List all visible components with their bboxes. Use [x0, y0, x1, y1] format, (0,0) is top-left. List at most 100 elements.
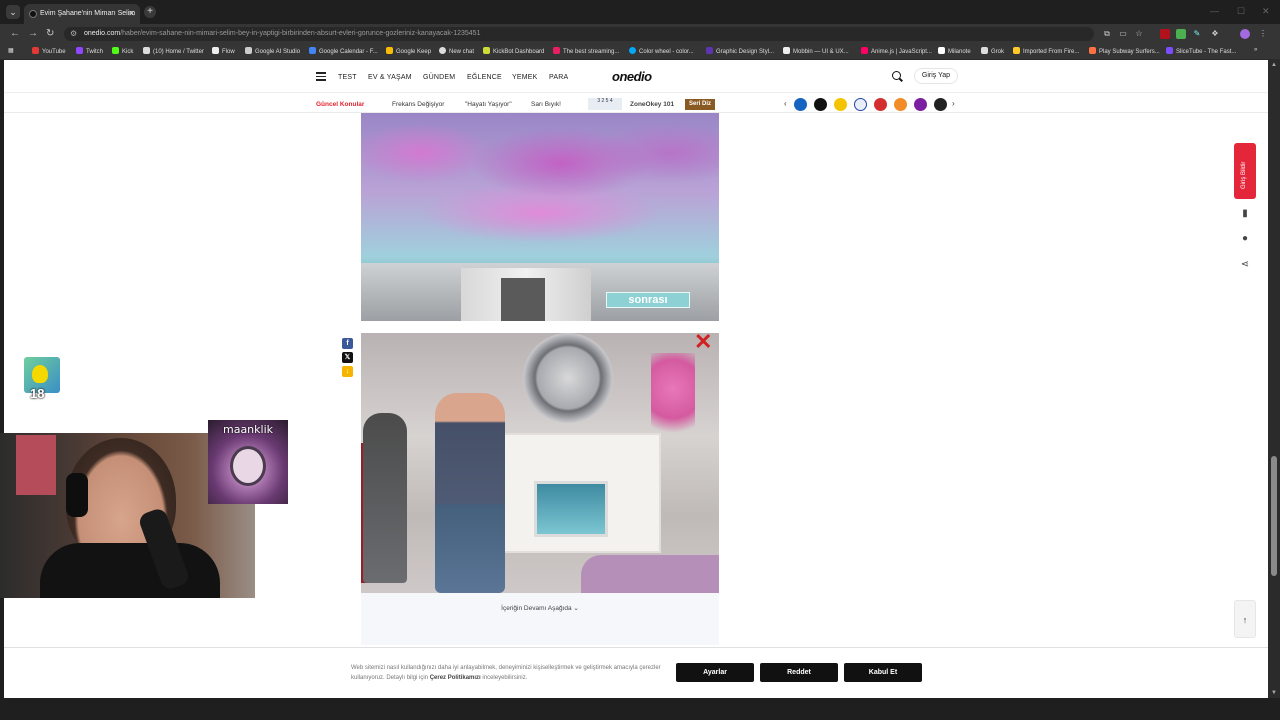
reload-icon[interactable]: ↻: [46, 28, 54, 39]
channel-badge-icon[interactable]: [914, 98, 927, 111]
bookmark-item[interactable]: Kick: [112, 47, 133, 55]
scrollbar-thumb[interactable]: [1271, 456, 1277, 576]
bookmark-item[interactable]: Google Keep: [386, 47, 431, 55]
share-icon[interactable]: ⋖: [1239, 259, 1251, 271]
cookie-policy-link[interactable]: Çerez Politikamızı: [430, 675, 481, 681]
extension-red-icon[interactable]: [1160, 29, 1170, 39]
bookmark-item[interactable]: New chat: [439, 47, 474, 55]
bookmark-item[interactable]: Flow: [212, 47, 235, 55]
nav-item-gundem[interactable]: GÜNDEM: [423, 74, 455, 81]
extensions-puzzle-icon[interactable]: ❖: [1210, 29, 1220, 39]
channel-badge-icon[interactable]: [834, 98, 847, 111]
nav-item-test[interactable]: TEST: [338, 74, 357, 81]
more-content-banner[interactable]: İçeriğin Devamı Aşağıda ⌄: [361, 593, 719, 645]
url-text: onedio.com/haber/evim-sahane-nin-mimari-…: [84, 30, 481, 37]
nav-item-yemek[interactable]: YEMEK: [512, 74, 538, 81]
bookmark-item[interactable]: Imported From Fire...: [1013, 47, 1079, 55]
seri-diz-badge[interactable]: Seri Diz: [685, 99, 715, 110]
bookmark-item[interactable]: (10) Home / Twitter: [143, 47, 204, 55]
more-bookmarks-icon[interactable]: »: [1254, 47, 1257, 53]
nav-item-eglence[interactable]: EĞLENCE: [467, 74, 502, 81]
profile-avatar[interactable]: [1240, 29, 1250, 39]
cookie-accept-button[interactable]: Kabul Et: [844, 663, 922, 682]
apps-grid-icon[interactable]: ▦: [8, 47, 14, 54]
channel-badge-icon[interactable]: [894, 98, 907, 111]
extension-green-icon[interactable]: [1176, 29, 1186, 39]
topics-label: Güncel Konular: [316, 101, 365, 108]
cookie-banner: Web sitemizi nasıl kullandığınızı daha i…: [4, 647, 1268, 698]
bookmark-item[interactable]: YouTube: [32, 47, 66, 55]
new-tab-button[interactable]: +: [144, 6, 156, 18]
bookmark-item[interactable]: Anime.js | JavaScript...: [861, 47, 932, 55]
channel-badge-icon[interactable]: [814, 98, 827, 111]
channel-badge-icon[interactable]: [854, 98, 867, 111]
bookmark-item[interactable]: SliceTube - The Fast...: [1166, 47, 1236, 55]
lotto-numbers[interactable]: 3 2 5 4: [588, 98, 622, 110]
topic-link[interactable]: Frekans Değişiyor: [392, 101, 444, 108]
cast-icon[interactable]: ▭: [1118, 29, 1128, 39]
page-scrollbar[interactable]: ▲ ▼: [1268, 60, 1280, 698]
bookmark-item[interactable]: The best streaming...: [553, 47, 619, 55]
browser-toolbar: ← → ↻ ⚙ onedio.com/haber/evim-sahane-nin…: [0, 24, 1280, 44]
search-icon[interactable]: [892, 71, 901, 80]
maximize-icon[interactable]: ☐: [1237, 6, 1245, 17]
bookmark-item[interactable]: Graphic Design Styl...: [706, 47, 774, 55]
article-image-ceiling: sonrası: [361, 113, 719, 321]
scroll-up-icon[interactable]: ▲: [1271, 62, 1277, 68]
bookmark-item[interactable]: Color wheel - color...: [629, 47, 694, 55]
channel-badge-icon[interactable]: [874, 98, 887, 111]
x-share-icon[interactable]: 𝕏: [342, 352, 353, 363]
facebook-share-icon[interactable]: f: [342, 338, 353, 349]
tab-title: Evim Şahane'nin Mimarı Selim: [40, 10, 136, 17]
browser-menu-icon[interactable]: ⋮: [1258, 29, 1268, 39]
tab-close-icon[interactable]: ✕: [128, 9, 135, 18]
save-share-icon[interactable]: ↓: [342, 366, 353, 377]
hamburger-menu-icon[interactable]: [316, 72, 326, 83]
side-login-button[interactable]: Giriş Bildir: [1234, 143, 1256, 199]
bookmark-item[interactable]: Milanote: [938, 47, 971, 55]
bookmark-icon[interactable]: ▮: [1239, 208, 1251, 220]
bookmark-item[interactable]: Google Calendar - F...: [309, 47, 378, 55]
nav-item-ev-yasam[interactable]: EV & YAŞAM: [368, 74, 412, 81]
tab-favicon-icon: [29, 10, 37, 18]
topic-link[interactable]: "Hayatı Yaşıyor": [465, 101, 512, 108]
bookmark-item[interactable]: Grok: [981, 47, 1004, 55]
login-button[interactable]: Giriş Yap: [914, 68, 958, 84]
bookmark-item[interactable]: Google AI Studio: [245, 47, 300, 55]
extension-cyan-icon[interactable]: ✎: [1192, 29, 1202, 39]
bookmark-item[interactable]: KickBot Dashboard: [483, 47, 544, 55]
browser-tab[interactable]: Evim Şahane'nin Mimarı Selim ✕: [24, 4, 140, 24]
tab-search-button[interactable]: ⌄: [6, 5, 20, 19]
cookie-reject-button[interactable]: Reddet: [760, 663, 838, 682]
nav-item-para[interactable]: PARA: [549, 74, 568, 81]
site-info-icon[interactable]: ⚙: [70, 29, 77, 38]
topic-link[interactable]: Sarı Bıyık!: [531, 101, 561, 108]
site-logo[interactable]: onedio: [612, 69, 652, 84]
topic-link-zoneokey[interactable]: ZoneOkey 101: [630, 101, 674, 108]
image-caption-tag: sonrası: [606, 292, 690, 308]
bookmark-item[interactable]: Mobbin — UI & UX...: [783, 47, 849, 55]
back-icon[interactable]: ←: [10, 28, 20, 39]
cookie-text: Web sitemizi nasıl kullandığınızı daha i…: [351, 665, 661, 681]
translate-icon[interactable]: ⧉: [1102, 29, 1112, 39]
comments-icon[interactable]: ●: [1239, 233, 1251, 245]
scroll-to-top-button[interactable]: ↑: [1234, 600, 1256, 638]
chevron-left-icon[interactable]: ‹: [784, 99, 787, 108]
bookmarks-bar: ▦ YouTube Twitch Kick (10) Home / Twitte…: [0, 44, 1280, 60]
guest-name: maanklik: [222, 423, 274, 436]
cookie-settings-button[interactable]: Ayarlar: [676, 663, 754, 682]
channel-badge-icon[interactable]: [934, 98, 947, 111]
more-content-label: İçeriğin Devamı Aşağıda ⌄: [501, 605, 579, 612]
chevron-right-icon[interactable]: ›: [952, 99, 955, 108]
bookmark-item[interactable]: Play Subway Surfers...: [1089, 47, 1160, 55]
channel-badge-icon[interactable]: [794, 98, 807, 111]
close-overlay-icon[interactable]: ✕: [694, 331, 712, 353]
bookmark-item[interactable]: Twitch: [76, 47, 103, 55]
bookmark-star-icon[interactable]: ☆: [1134, 29, 1144, 39]
web-page: TEST EV & YAŞAM GÜNDEM EĞLENCE YEMEK PAR…: [4, 60, 1268, 698]
minimize-icon[interactable]: —: [1210, 6, 1219, 16]
forward-icon[interactable]: →: [28, 28, 38, 39]
close-window-icon[interactable]: ✕: [1262, 6, 1270, 17]
address-bar[interactable]: ⚙ onedio.com/haber/evim-sahane-nin-mimar…: [64, 27, 1094, 41]
scroll-down-icon[interactable]: ▼: [1271, 690, 1277, 696]
